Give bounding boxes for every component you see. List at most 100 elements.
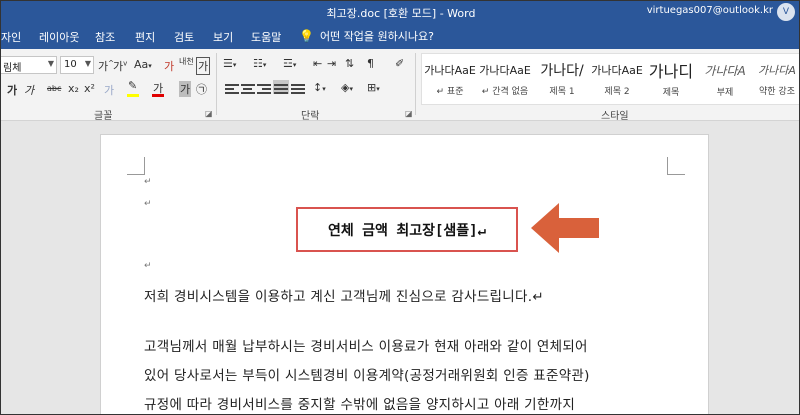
style-preview: 가나다A	[704, 64, 746, 78]
line-spacing-icon: ↕	[313, 81, 323, 94]
grow-font-label: 가	[98, 60, 109, 73]
body-line[interactable]: 있어 당사로서는 부득이 시스템경비 이용계약(공정거래위원회 인증 표준약관)	[144, 364, 590, 384]
font-name-value: 림체	[3, 63, 22, 74]
style-preview: 가나다AaE	[424, 64, 476, 77]
clear-format-button[interactable]: 가	[164, 58, 174, 74]
styles-gallery: 가나다AaE ↵ 표준 가나다AaE ↵ 간격 없음 가나다/ 제목 1 가나다…	[421, 53, 799, 105]
enclose-char-button[interactable]: ㉠	[196, 81, 207, 97]
account-name[interactable]: virtuegas007@outlook.kr	[647, 5, 773, 16]
style-name: ↵ 간격 없음	[481, 87, 529, 97]
sort-button[interactable]: ⇅	[345, 57, 354, 70]
style-title[interactable]: 가나디 제목	[644, 54, 698, 104]
ribbon-tabs: 자인 레이아웃 참조 편지 검토 보기 도움말 💡 어떤 작업을 원하시나요?	[1, 23, 799, 49]
lightbulb-icon: 💡	[299, 29, 314, 43]
tab-layout[interactable]: 레이아웃	[39, 29, 79, 45]
font-group-label: 글꼴	[94, 111, 113, 122]
strikethrough-button[interactable]: abc	[47, 84, 61, 93]
change-case-label: Aa	[134, 58, 149, 71]
chevron-down-icon: ▼	[84, 59, 91, 68]
group-divider	[216, 53, 217, 115]
justify-icon[interactable]	[273, 80, 289, 94]
char-border-button[interactable]: 가	[196, 57, 211, 75]
document-title[interactable]: 연체 금액 최고장[샘플]↵	[328, 220, 486, 240]
style-no-spacing[interactable]: 가나다AaE ↵ 간격 없음	[478, 54, 532, 104]
style-preview: 가나다/	[540, 63, 584, 79]
tab-mailings[interactable]: 편지	[135, 29, 155, 45]
style-preview: 가나다AaE	[479, 64, 531, 77]
paragraph-mark: ↵	[144, 261, 152, 271]
group-divider	[415, 53, 416, 115]
decrease-indent-button[interactable]: ⇤	[313, 57, 322, 70]
font-dialog-launcher-icon[interactable]: ◪	[205, 109, 213, 118]
highlight-button[interactable]: ✎	[128, 79, 137, 92]
title-bar: 최고장.doc [호환 모드] - Word virtuegas007@outl…	[1, 1, 799, 23]
distribute-icon[interactable]	[291, 82, 307, 96]
subscript-button[interactable]: x₂	[68, 82, 79, 95]
font-name-combo[interactable]: 림체 ▼	[1, 56, 57, 74]
strike-label: abc	[47, 84, 62, 93]
style-name: 제목 1	[549, 87, 575, 97]
paragraph-dialog-launcher-icon[interactable]: ◪	[405, 109, 413, 118]
styles-group-label: 스타일	[601, 111, 629, 122]
line-spacing-button[interactable]: ↕▾	[313, 81, 326, 94]
phonetic-guide-button[interactable]: 내천	[179, 56, 194, 67]
margin-corner-top-left	[127, 157, 145, 175]
style-name: 제목	[662, 88, 680, 98]
sort-icon: ⇅	[345, 57, 355, 70]
tab-references[interactable]: 참조	[95, 29, 115, 45]
change-case-button[interactable]: Aa▾	[134, 58, 152, 71]
style-normal[interactable]: 가나다AaE ↵ 표준	[424, 54, 476, 104]
document-page[interactable]: ↵ ↵ 연체 금액 최고장[샘플]↵ ↵ 저희 경비시스템을 이용하고 계신 고…	[100, 134, 709, 414]
numbering-button[interactable]: ☷▾	[253, 57, 266, 70]
highlighter-icon: ✎	[128, 79, 138, 92]
ribbon: 림체 ▼ 10 ▼ 가^ 가v Aa▾ 가 내천 가 가 가 abc x₂ x²…	[1, 49, 799, 122]
tell-me-box[interactable]: 💡 어떤 작업을 원하시나요?	[299, 28, 434, 44]
style-name: 제목 2	[604, 87, 630, 97]
font-size-combo[interactable]: 10 ▼	[60, 56, 94, 74]
italic-button[interactable]: 가	[24, 82, 34, 98]
align-left-icon[interactable]	[225, 82, 241, 96]
pilcrow-icon: ¶	[367, 57, 374, 70]
show-marks-button[interactable]: ¶	[367, 57, 374, 70]
tab-view[interactable]: 보기	[213, 29, 233, 45]
style-preview: 가나디	[648, 62, 694, 81]
body-line[interactable]: 저희 경비시스템을 이용하고 계신 고객님께 진심으로 감사드립니다.↵	[144, 285, 544, 305]
superscript-button[interactable]: x²	[84, 82, 95, 95]
highlight-color-bar	[127, 94, 139, 97]
increase-indent-icon: ⇥	[327, 57, 337, 70]
document-area: ↵ ↵ 연체 금액 최고장[샘플]↵ ↵ 저희 경비시스템을 이용하고 계신 고…	[1, 122, 799, 414]
paintbrush-icon: ✐	[395, 57, 405, 70]
shading-button[interactable]: ◈▾	[341, 81, 353, 94]
align-center-icon[interactable]	[241, 82, 257, 96]
paragraph-mark: ↵	[144, 199, 152, 209]
style-name: 부제	[716, 88, 734, 98]
align-right-icon[interactable]	[257, 82, 273, 96]
paragraph-group-label: 단락	[301, 111, 320, 122]
shrink-font-label: 가	[113, 60, 124, 73]
avatar[interactable]: V	[777, 3, 795, 21]
grow-font-button[interactable]: 가^	[98, 58, 114, 74]
body-line[interactable]: 규정에 따라 경비서비스를 중지할 수밖에 없음을 양지하시고 아래 기한까지	[144, 393, 575, 413]
increase-indent-button[interactable]: ⇥	[327, 57, 336, 70]
format-painter-button[interactable]: ✐	[395, 57, 404, 70]
style-heading-2[interactable]: 가나다AaE 제목 2	[590, 54, 644, 104]
phonetic-guide-label: 내천	[179, 57, 194, 66]
tab-help[interactable]: 도움말	[251, 29, 281, 45]
style-heading-1[interactable]: 가나다/ 제목 1	[534, 54, 590, 104]
decrease-indent-icon: ⇤	[313, 57, 323, 70]
text-effects-button[interactable]: 가	[104, 82, 114, 98]
char-shading-button[interactable]: 가	[179, 81, 192, 97]
tab-review[interactable]: 검토	[174, 29, 194, 45]
style-subtitle[interactable]: 가나다A 부제	[698, 54, 752, 104]
bold-button[interactable]: 가	[7, 82, 17, 98]
bullets-button[interactable]: ☰▾	[223, 57, 236, 70]
style-name: ↵ 표준	[436, 87, 464, 97]
style-preview: 가나다A	[758, 64, 796, 77]
multilevel-list-button[interactable]: ☲▾	[283, 57, 296, 70]
shrink-font-button[interactable]: 가v	[113, 58, 127, 74]
tab-design[interactable]: 자인	[1, 29, 21, 45]
style-subtle-emphasis[interactable]: 가나다A 약한 강조	[752, 54, 799, 104]
annotation-arrow	[529, 201, 601, 259]
borders-button[interactable]: ⊞▾	[367, 81, 380, 94]
body-line[interactable]: 고객님께서 매월 납부하시는 경비서비스 이용료가 현재 아래와 같이 연체되어	[144, 335, 588, 355]
